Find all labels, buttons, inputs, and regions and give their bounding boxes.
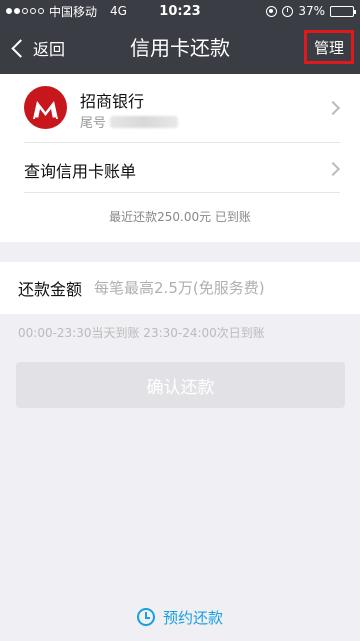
- query-bill-row[interactable]: 查询信用卡账单: [0, 144, 360, 194]
- back-label: 返回: [33, 40, 66, 59]
- clock-icon: [136, 608, 155, 626]
- manage-button[interactable]: 管理: [304, 30, 354, 64]
- carrier-name: 中国移动: [49, 4, 98, 19]
- back-button[interactable]: 返回: [11, 22, 66, 74]
- divider: [24, 192, 340, 193]
- query-bill-label: 查询信用卡账单: [24, 162, 137, 181]
- divider: [24, 142, 340, 143]
- bank-name: 招商银行: [80, 92, 145, 111]
- bank-logo-mark: [33, 101, 58, 120]
- battery-percent: 37%: [298, 4, 325, 18]
- masked-card-number: [110, 115, 179, 128]
- nav-bar: 信用卡还款 返回 管理: [0, 22, 360, 74]
- schedule-repayment-label: 预约还款: [162, 608, 223, 627]
- rotation-lock-icon: [266, 5, 278, 17]
- recent-repayment-text: 最近还款250.00元 已到账: [109, 210, 251, 224]
- battery-icon: [330, 5, 356, 17]
- chevron-left-icon: [11, 38, 30, 58]
- amount-input[interactable]: [94, 279, 325, 297]
- chevron-right-icon: [325, 161, 341, 177]
- arrival-time-note: 00:00-23:30当天到账 23:30-24:00次日到账: [18, 326, 265, 340]
- amount-row: 还款金额: [0, 262, 360, 314]
- status-right: 37%: [266, 4, 356, 18]
- bank-card-row[interactable]: 招商银行 尾号: [0, 74, 360, 142]
- card-tail-number: 尾号: [80, 112, 179, 131]
- signal-strength-icon: [6, 8, 44, 14]
- status-bar: 中国移动 4G 10:23 37%: [0, 0, 360, 22]
- card-tail-label: 尾号: [80, 116, 107, 131]
- amount-label: 还款金额: [18, 280, 83, 299]
- schedule-repayment-link[interactable]: 预约还款: [0, 604, 360, 630]
- card-section: 招商银行 尾号 查询信用卡账单 最近还款250.00元 已到账: [0, 74, 360, 242]
- network-type: 4G: [110, 4, 127, 18]
- confirm-repayment-button[interactable]: 确认还款: [16, 362, 345, 408]
- chevron-right-icon: [325, 100, 341, 116]
- bank-logo-icon: [24, 86, 67, 129]
- alarm-icon: [282, 5, 294, 17]
- status-left: 中国移动 4G: [6, 3, 127, 20]
